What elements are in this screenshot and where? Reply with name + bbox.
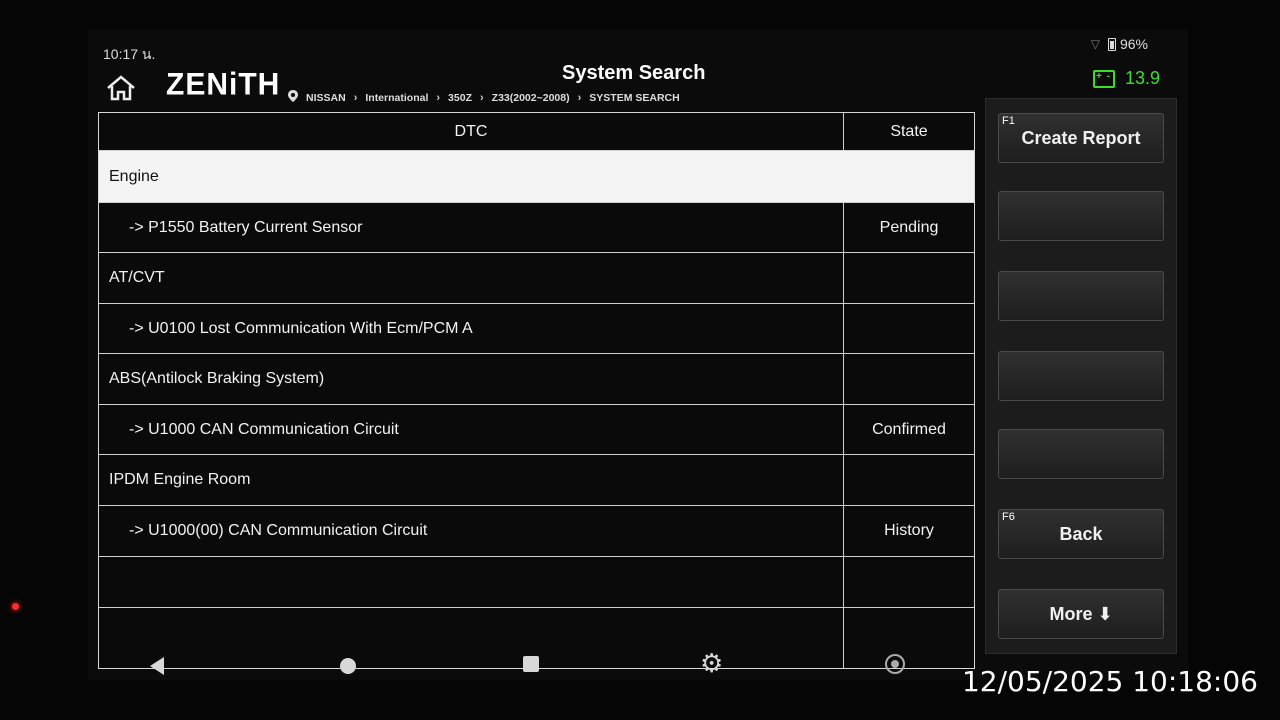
breadcrumb-item[interactable]: NISSAN (306, 92, 346, 104)
button-label: More ⬇ (1049, 603, 1113, 624)
browser-icon[interactable] (885, 654, 905, 674)
nav-back-icon[interactable] (150, 657, 164, 675)
home-icon[interactable] (104, 74, 138, 102)
breadcrumb: NISSAN › International › 350Z › Z33(2002… (288, 90, 680, 105)
table-row[interactable]: ABS(Antilock Braking System) (99, 354, 974, 405)
chevron-right-icon: › (479, 91, 484, 104)
state-cell: History (884, 522, 934, 539)
column-header-state: State (890, 122, 928, 140)
table-row[interactable]: -> P1550 Battery Current Sensor Pending (99, 203, 974, 253)
f2-button[interactable] (998, 191, 1164, 241)
car-battery-icon (1092, 69, 1115, 88)
table-row[interactable]: -> U0100 Lost Communication With Ecm/PCM… (99, 304, 974, 354)
table-header: DTC State (99, 113, 974, 151)
gear-icon[interactable]: ⚙ (700, 648, 723, 679)
chevron-right-icon: › (353, 91, 358, 104)
f4-button[interactable] (998, 351, 1164, 401)
status-time: 10:17 น. (103, 46, 156, 62)
wifi-icon: ▽ (1090, 37, 1100, 51)
battery-percent: 96% (1119, 36, 1148, 52)
state-cell (844, 557, 974, 607)
dtc-cell: -> U1000 CAN Communication Circuit (99, 405, 844, 454)
zenith-logo: ZENiTH (166, 67, 281, 102)
table-row[interactable]: -> U1000 CAN Communication Circuit Confi… (99, 405, 974, 455)
dtc-cell: -> U1000(00) CAN Communication Circuit (99, 506, 844, 556)
location-pin-icon (288, 90, 298, 105)
tablet-screen: 10:17 น. ▽ 96% ZENiTH NISSAN › Internati… (88, 30, 1188, 680)
nav-recent-apps-icon[interactable] (523, 656, 539, 672)
table-row[interactable] (99, 557, 974, 608)
state-cell: Pending (879, 218, 939, 236)
dtc-cell: Engine (109, 167, 159, 185)
dtc-cell: ABS(Antilock Braking System) (99, 354, 844, 404)
nav-home-icon[interactable] (340, 658, 356, 674)
f3-button[interactable] (998, 271, 1164, 321)
breadcrumb-item[interactable]: 350Z (448, 92, 472, 104)
function-key-panel: F1 Create Report F6 Back More ⬇ (985, 98, 1177, 654)
dtc-table: DTC State Engine -> P1550 Battery Curren… (98, 112, 975, 669)
state-cell (844, 304, 974, 353)
table-row[interactable]: IPDM Engine Room (99, 455, 974, 506)
voltage-value: 13.9 (1124, 68, 1160, 88)
dtc-cell: -> P1550 Battery Current Sensor (99, 203, 844, 252)
android-nav-bar: ⚙ (60, 646, 960, 680)
breadcrumb-item[interactable]: Z33(2002~2008) (492, 92, 570, 104)
battery-icon (1107, 37, 1116, 51)
button-label: Back (1059, 523, 1103, 544)
state-cell: Confirmed (872, 420, 946, 438)
chevron-right-icon: › (436, 91, 441, 104)
table-row[interactable]: -> U1000(00) CAN Communication Circuit H… (99, 506, 974, 557)
column-header-dtc: DTC (99, 113, 844, 150)
dtc-cell: AT/CVT (99, 253, 844, 303)
fkey-label: F6 (1002, 511, 1015, 523)
fkey-label: F1 (1002, 115, 1015, 127)
photo-timestamp: 12/05/2025 10:18:06 (961, 665, 1258, 698)
breadcrumb-item: SYSTEM SEARCH (589, 91, 680, 104)
dtc-cell: -> U0100 Lost Communication With Ecm/PCM… (99, 304, 844, 353)
back-button[interactable]: F6 Back (998, 509, 1164, 559)
f5-button[interactable] (998, 429, 1164, 479)
dtc-cell (99, 557, 844, 607)
state-cell (844, 253, 974, 303)
create-report-button[interactable]: F1 Create Report (998, 113, 1164, 163)
table-row[interactable]: AT/CVT (99, 253, 974, 304)
button-label: Create Report (1021, 127, 1141, 148)
more-button[interactable]: More ⬇ (998, 589, 1164, 639)
page-title: System Search (562, 62, 706, 84)
dtc-cell: IPDM Engine Room (99, 455, 844, 505)
state-cell (844, 354, 974, 404)
battery-voltage: 13.9 (1092, 68, 1160, 89)
status-battery: ▽ 96% (1091, 36, 1148, 52)
table-row[interactable]: Engine (99, 151, 974, 203)
breadcrumb-item[interactable]: International (365, 92, 428, 104)
power-led (12, 603, 19, 610)
chevron-right-icon: › (577, 91, 582, 104)
state-cell (844, 455, 974, 505)
